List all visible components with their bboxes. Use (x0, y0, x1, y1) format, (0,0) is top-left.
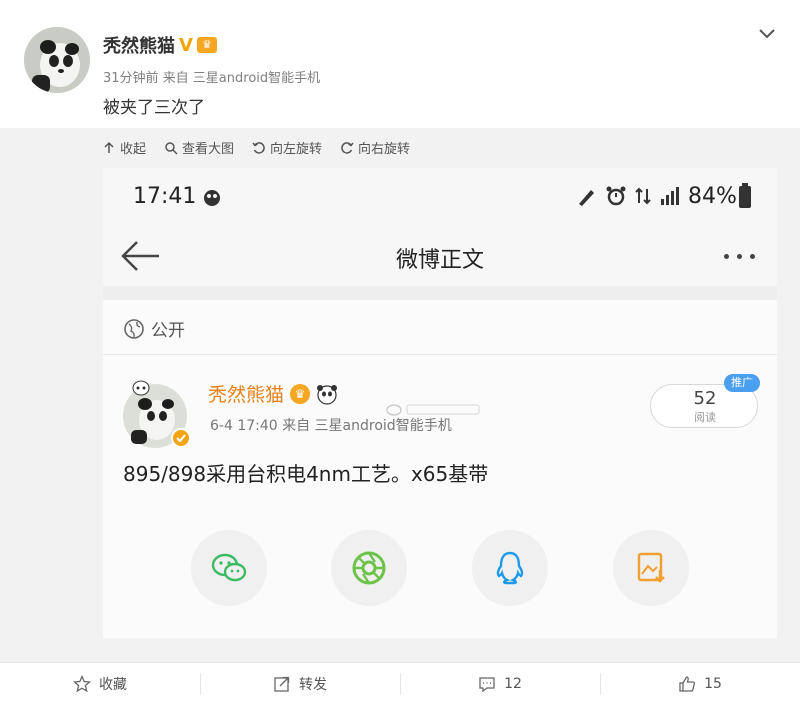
phone-nav-bar: 微博正文 (103, 226, 777, 286)
repost-icon (274, 676, 290, 692)
more-options-icon[interactable] (724, 254, 755, 259)
read-count-label: 阅读 (694, 411, 716, 424)
rotate-right-icon (341, 141, 354, 154)
collapse-label: 收起 (120, 142, 147, 157)
wechat-icon (211, 553, 247, 582)
share-row (103, 530, 777, 616)
author-name-row: 秃然熊猫 V ♛ (103, 32, 217, 58)
visibility-label: 公开 (151, 321, 185, 341)
view-large-label: 查看大图 (182, 142, 235, 157)
rotate-left-icon (252, 141, 265, 154)
share-moments-button[interactable] (331, 530, 407, 606)
like-button[interactable]: 15 (600, 663, 800, 704)
thumbs-up-icon (679, 675, 696, 692)
mobile-data-icon (635, 187, 651, 205)
nfc-edit-icon (579, 190, 594, 206)
card-author-avatar[interactable] (123, 378, 191, 448)
member-crown-icon: ♛ (196, 37, 217, 53)
phone-status-bar: 17:41 84% (103, 168, 777, 226)
panda-avatar-icon (123, 380, 191, 448)
section-divider (103, 286, 777, 300)
post-image-screenshot[interactable]: 17:41 84% 微博正文 公开 秃然熊猫 ♛ 6-4 17:40 来自 三星… (103, 168, 777, 638)
author-name[interactable]: 秃然熊猫 (103, 32, 175, 58)
qq-icon (496, 551, 524, 585)
post-meta: 31分钟前 来自 三星android智能手机 (103, 71, 321, 86)
panda-emoji-icon (317, 384, 338, 405)
search-icon (165, 141, 178, 155)
status-time: 17:41 (133, 184, 197, 209)
weibo-card: 公开 秃然熊猫 ♛ 6-4 17:40 来自 三星android智能手机 52 … (103, 300, 777, 638)
globe-icon (124, 318, 144, 339)
comment-button[interactable]: 12 (400, 663, 600, 704)
chevron-down-icon[interactable] (756, 22, 778, 44)
card-post-text: 895/898采用台积电4nm工艺。x65基带 (123, 462, 489, 486)
visibility-row: 公开 (123, 316, 185, 341)
repost-button[interactable]: 转发 (200, 663, 400, 704)
share-save-image-button[interactable] (613, 530, 689, 606)
promote-badge[interactable]: 推广 (724, 374, 760, 392)
save-image-icon (637, 552, 665, 583)
comment-icon (479, 676, 495, 692)
card-meta: 6-4 17:40 来自 三星android智能手机 (210, 418, 452, 434)
card-author-row: 秃然熊猫 ♛ (208, 380, 338, 407)
share-qq-button[interactable] (472, 530, 548, 606)
verified-v-icon: V (179, 34, 193, 56)
post-action-bar: 收藏 转发 12 15 (0, 662, 800, 704)
panda-avatar-icon (24, 27, 90, 93)
favorite-label: 收藏 (99, 676, 127, 693)
card-divider (103, 354, 777, 355)
repost-label: 转发 (299, 676, 327, 693)
battery-icon (739, 183, 751, 208)
alarm-icon (606, 186, 626, 206)
rotate-right-button[interactable]: 向右旋转 (340, 138, 410, 157)
battery-percent: 84% (688, 184, 737, 209)
moments-icon (352, 551, 386, 585)
app-notification-icon (204, 190, 220, 206)
comment-count: 12 (504, 675, 522, 692)
star-icon (73, 674, 91, 692)
rotate-left-label: 向左旋转 (270, 142, 323, 157)
signal-icon (661, 187, 679, 205)
collapse-button[interactable]: 收起 (102, 138, 146, 157)
post-text: 被夹了三次了 (103, 98, 205, 118)
rotate-left-button[interactable]: 向左旋转 (252, 138, 322, 157)
image-toolbar: 收起 查看大图 向左旋转 向右旋转 (102, 138, 410, 157)
card-author-name[interactable]: 秃然熊猫 (208, 380, 284, 407)
crown-badge-icon: ♛ (290, 383, 311, 404)
rotate-right-label: 向右旋转 (358, 142, 411, 157)
media-area: 收起 查看大图 向左旋转 向右旋转 17:41 84% 微博正文 公开 秃然熊猫… (0, 128, 800, 662)
like-count: 15 (704, 675, 722, 692)
view-large-button[interactable]: 查看大图 (164, 138, 234, 157)
author-avatar[interactable] (24, 27, 90, 93)
share-wechat-button[interactable] (191, 530, 267, 606)
favorite-button[interactable]: 收藏 (0, 663, 200, 704)
arrow-up-icon (104, 141, 114, 153)
post-header: 秃然熊猫 V ♛ 31分钟前 来自 三星android智能手机 被夹了三次了 (0, 0, 800, 128)
weibo-watermark-icon (386, 404, 480, 416)
nav-title: 微博正文 (395, 248, 484, 273)
